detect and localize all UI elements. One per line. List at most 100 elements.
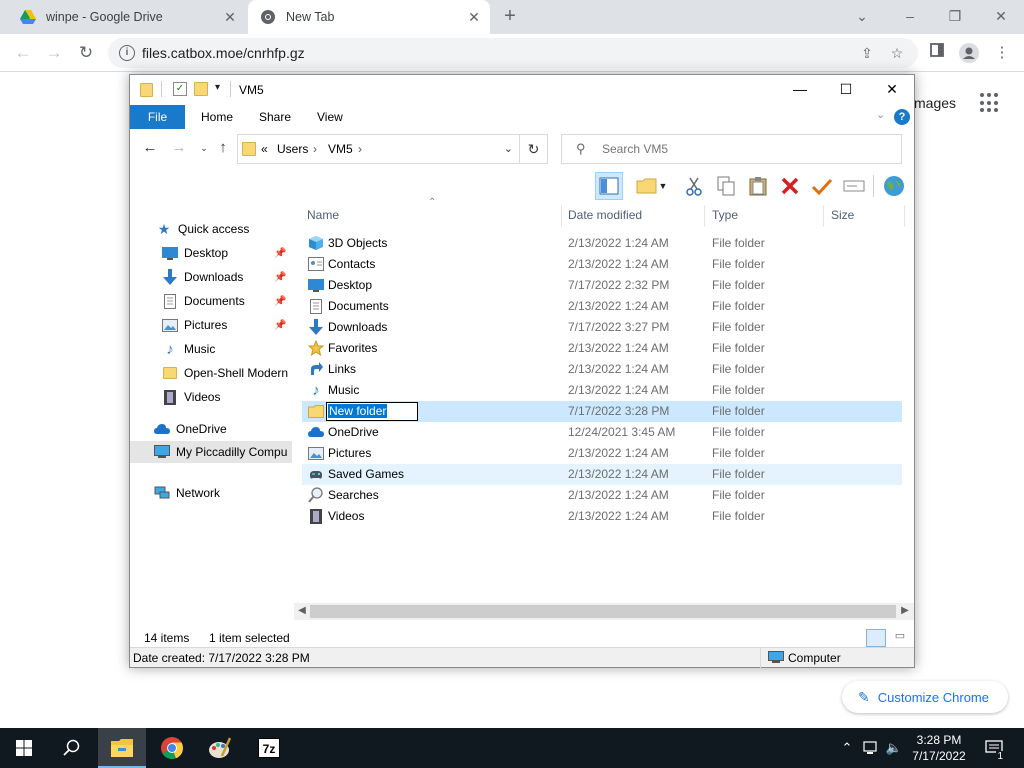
restore-icon[interactable]: ❐ — [945, 6, 965, 26]
column-header-size[interactable]: Size — [826, 205, 901, 225]
column-header-date[interactable]: Date modified — [563, 205, 703, 225]
search-icon[interactable] — [48, 728, 96, 768]
back-icon[interactable]: ← — [12, 42, 34, 64]
site-info-icon[interactable]: i — [119, 45, 135, 61]
address-bar[interactable]: « Users › VM5 › ⌄ — [237, 134, 548, 164]
file-row-saved-games[interactable]: Saved Games 2/13/2022 1:24 AM File folder — [302, 464, 902, 485]
new-dropdown-icon[interactable]: ▼ — [657, 172, 669, 200]
tab-file[interactable]: File — [130, 105, 185, 129]
column-header-name[interactable]: Name — [302, 205, 558, 225]
file-row-music[interactable]: ♪ Music 2/13/2022 1:24 AM File folder — [302, 380, 902, 401]
paint-taskbar-icon[interactable] — [196, 728, 244, 768]
nav-onedrive[interactable]: OneDrive — [130, 418, 292, 440]
minimize-icon[interactable]: – — [900, 6, 920, 26]
new-folder-quick-icon[interactable] — [194, 82, 208, 96]
nav-desktop[interactable]: Desktop — [130, 242, 292, 264]
nav-videos[interactable]: Videos — [130, 386, 292, 408]
large-icons-view-icon[interactable]: ▭ — [891, 629, 909, 645]
scroll-right-icon[interactable]: ▶ — [898, 604, 912, 618]
pin-icon[interactable]: 📌 — [274, 296, 286, 307]
pin-icon[interactable]: 📌 — [274, 248, 286, 259]
tab-close-icon[interactable]: ✕ — [222, 9, 238, 25]
back-icon[interactable]: ← — [142, 140, 158, 156]
paste-icon[interactable] — [744, 172, 772, 200]
tab-home[interactable]: Home — [189, 105, 245, 129]
details-view-icon[interactable] — [866, 629, 886, 647]
file-row-pictures[interactable]: Pictures 2/13/2022 1:24 AM File folder — [302, 443, 902, 464]
clock[interactable]: 3:28 PM 7/17/2022 — [906, 732, 972, 764]
breadcrumb-chevron-icon[interactable]: › — [313, 142, 317, 156]
nav-documents[interactable]: Documents — [130, 290, 292, 312]
refresh-icon[interactable]: ↻ — [519, 134, 548, 164]
customize-chrome-button[interactable]: ✎ Customize Chrome — [842, 681, 1008, 713]
tab-search-icon[interactable]: ⌄ — [852, 6, 872, 26]
delete-icon[interactable] — [776, 172, 804, 200]
breadcrumb-overflow[interactable]: « — [261, 142, 268, 156]
new-tab-button[interactable]: + — [500, 6, 520, 27]
file-row-3d-objects[interactable]: 3D Objects 2/13/2022 1:24 AM File folder — [302, 233, 902, 254]
navigation-pane-icon[interactable] — [595, 172, 623, 200]
nav-music[interactable]: ♪ Music — [130, 338, 292, 360]
profile-avatar-icon[interactable] — [959, 43, 979, 63]
copy-icon[interactable] — [712, 172, 740, 200]
maximize-icon[interactable]: ☐ — [838, 81, 854, 97]
nav-network[interactable]: Network — [130, 482, 292, 504]
file-row-onedrive[interactable]: OneDrive 12/24/2021 3:45 AM File folder — [302, 422, 902, 443]
tab-close-icon[interactable]: ✕ — [466, 9, 482, 25]
cut-icon[interactable] — [680, 172, 708, 200]
file-row-searches[interactable]: Searches 2/13/2022 1:24 AM File folder — [302, 485, 902, 506]
file-explorer-taskbar-icon[interactable] — [98, 728, 146, 768]
scrollbar-thumb[interactable] — [310, 605, 896, 618]
rename-input[interactable]: New folder — [326, 402, 418, 421]
tab-view[interactable]: View — [305, 105, 355, 129]
reload-icon[interactable]: ↻ — [75, 42, 97, 64]
file-row-new-folder[interactable]: New folder 7/17/2022 3:28 PM File folder — [302, 401, 902, 422]
nav-pictures[interactable]: Pictures — [130, 314, 292, 336]
tab-new-tab[interactable]: New Tab ✕ — [248, 0, 490, 34]
nav-open-shell-modern[interactable]: Open-Shell Modern — [130, 362, 292, 384]
file-row-desktop[interactable]: Desktop 7/17/2022 2:32 PM File folder — [302, 275, 902, 296]
close-icon[interactable]: ✕ — [991, 6, 1011, 26]
file-row-favorites[interactable]: Favorites 2/13/2022 1:24 AM File folder — [302, 338, 902, 359]
customize-qat-icon[interactable]: ▾ — [215, 82, 220, 93]
search-box[interactable]: ⚲ — [561, 134, 902, 164]
chrome-taskbar-icon[interactable] — [148, 728, 196, 768]
share-icon[interactable]: ⇪ — [858, 44, 876, 62]
show-hidden-icons-icon[interactable]: ⌃ — [838, 728, 856, 768]
rename-icon[interactable] — [840, 172, 868, 200]
properties-check-icon[interactable] — [808, 172, 836, 200]
nav-this-pc[interactable]: My Piccadilly Compu — [130, 441, 292, 463]
volume-icon[interactable]: 🔈 — [884, 728, 904, 768]
properties-icon[interactable]: ✓ — [173, 82, 187, 96]
recent-locations-icon[interactable]: ⌄ — [196, 140, 212, 156]
open-shell-globe-icon[interactable] — [880, 172, 908, 200]
network-tray-icon[interactable] — [860, 728, 882, 768]
file-row-downloads[interactable]: Downloads 7/17/2022 3:27 PM File folder — [302, 317, 902, 338]
close-icon[interactable]: ✕ — [884, 81, 900, 97]
google-apps-icon[interactable] — [980, 93, 1000, 113]
file-row-videos[interactable]: Videos 2/13/2022 1:24 AM File folder — [302, 506, 902, 527]
expand-ribbon-icon[interactable]: ⌄ — [876, 108, 885, 121]
column-header-type[interactable]: Type — [707, 205, 822, 225]
tab-google-drive[interactable]: winpe - Google Drive ✕ — [8, 0, 246, 34]
tab-share[interactable]: Share — [247, 105, 303, 129]
scroll-left-icon[interactable]: ◀ — [295, 604, 309, 618]
file-row-documents[interactable]: Documents 2/13/2022 1:24 AM File folder — [302, 296, 902, 317]
omnibox[interactable]: i files.catbox.moe/cnrhfp.gz ⇪ ☆ — [108, 38, 918, 68]
horizontal-scrollbar[interactable]: ◀ ▶ — [294, 603, 914, 620]
address-dropdown-icon[interactable]: ⌄ — [504, 142, 513, 155]
images-link[interactable]: mages — [914, 95, 956, 111]
forward-icon[interactable]: → — [43, 42, 65, 64]
pin-icon[interactable]: 📌 — [274, 320, 286, 331]
up-icon[interactable]: ↑ — [215, 140, 231, 156]
breadcrumb-chevron-icon[interactable]: › — [358, 142, 362, 156]
start-button[interactable] — [0, 728, 48, 768]
side-panel-icon[interactable] — [927, 43, 947, 63]
pin-icon[interactable]: 📌 — [274, 272, 286, 283]
breadcrumb-users[interactable]: Users — [277, 142, 308, 156]
menu-kebab-icon[interactable]: ⋮ — [992, 43, 1012, 63]
url-text[interactable]: files.catbox.moe/cnrhfp.gz — [142, 45, 305, 61]
breadcrumb-vm5[interactable]: VM5 — [328, 142, 353, 156]
file-row-contacts[interactable]: Contacts 2/13/2022 1:24 AM File folder — [302, 254, 902, 275]
forward-icon[interactable]: → — [171, 140, 187, 156]
